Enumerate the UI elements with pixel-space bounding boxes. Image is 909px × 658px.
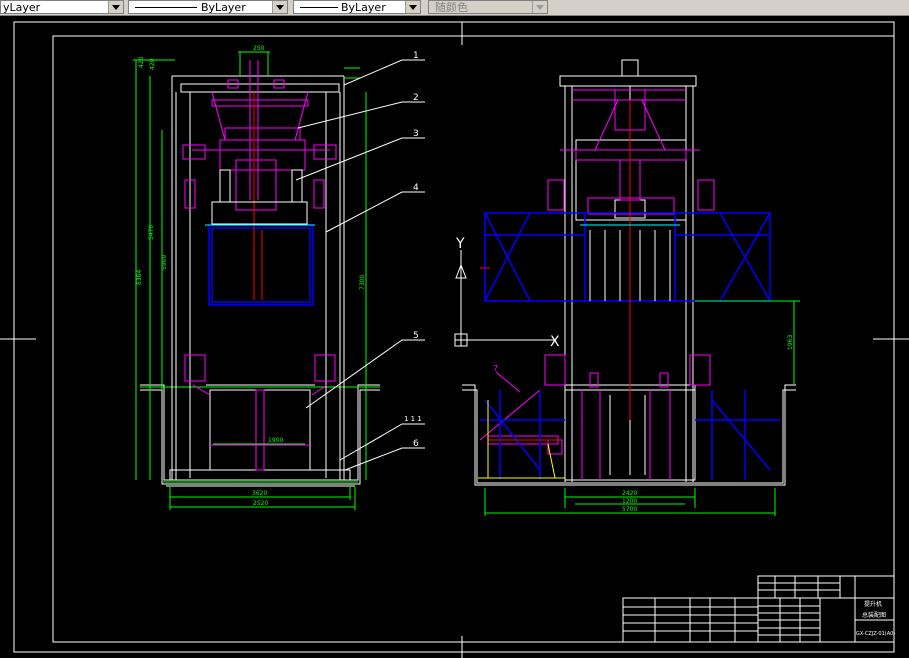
dim-inner-width: 1900: [268, 437, 283, 444]
drawing-frame: [52, 35, 895, 643]
lineweight-dropdown-value: ByLayer: [341, 1, 386, 14]
dim-side-base-a: 2420: [622, 490, 637, 497]
callout-6: 6: [413, 439, 419, 449]
dim-height-overall: 8384: [136, 270, 143, 285]
callout-1: 1: [413, 51, 419, 61]
ucs-y-label: Y: [455, 236, 465, 252]
dim-top-small-b: 420: [149, 58, 156, 70]
callout-5: 5: [413, 331, 419, 341]
dim-side-base-b: 1200: [622, 498, 637, 505]
properties-toolbar: yLayer ByLayer ByLayer 随颜色: [0, 0, 909, 16]
title-block-drawing-no: GX-CZJZ-01(A0): [856, 631, 895, 637]
front-view: 420 420 250 8384 5900 5470 7300 1900 362…: [133, 45, 425, 510]
ucs-icon: [454, 250, 555, 347]
side-view: 1963 2420 1200 5700 7: [462, 59, 800, 516]
layer-dropdown-value: yLayer: [3, 1, 41, 14]
dim-top-width: 250: [253, 45, 265, 52]
callout-4: 4: [413, 183, 419, 193]
lineweight-preview: [300, 7, 338, 8]
dim-height-upper: 5470: [148, 225, 155, 240]
dim-base-inner: 3620: [252, 490, 267, 497]
plotstyle-dropdown: 随颜色: [428, 0, 548, 14]
title-block-title: 提升机: [864, 600, 882, 608]
linetype-preview: [135, 7, 197, 8]
title-block: [622, 575, 895, 643]
layer-dropdown[interactable]: yLayer: [0, 0, 124, 14]
chevron-down-icon[interactable]: [272, 1, 287, 13]
dim-base-outer: 2520: [253, 500, 268, 507]
chevron-down-icon[interactable]: [405, 1, 420, 13]
drawing-canvas[interactable]: 420 420 250 8384 5900 5470 7300 1900 362…: [0, 16, 909, 658]
callout-7: 7: [493, 364, 498, 373]
callout-2: 2: [413, 93, 419, 103]
dim-side-base-outer: 5700: [622, 506, 637, 513]
dim-top-small-a: 420: [138, 56, 145, 68]
dim-height-right: 7300: [359, 275, 366, 290]
plotstyle-dropdown-value: 随颜色: [435, 1, 468, 14]
ucs-x-label: X: [550, 334, 560, 350]
linetype-dropdown[interactable]: ByLayer: [128, 0, 288, 14]
dim-height-mid: 5900: [161, 255, 168, 270]
section-mark: 1 1 1: [404, 415, 422, 423]
callout-3: 3: [413, 129, 419, 139]
sheet-border: [13, 21, 895, 653]
dim-side-height: 1963: [787, 335, 794, 350]
chevron-down-icon: [532, 1, 547, 13]
title-block-subtitle: 总装配图: [862, 611, 886, 619]
lineweight-dropdown[interactable]: ByLayer: [293, 0, 421, 14]
linetype-dropdown-value: ByLayer: [201, 1, 246, 14]
chevron-down-icon[interactable]: [108, 1, 123, 13]
